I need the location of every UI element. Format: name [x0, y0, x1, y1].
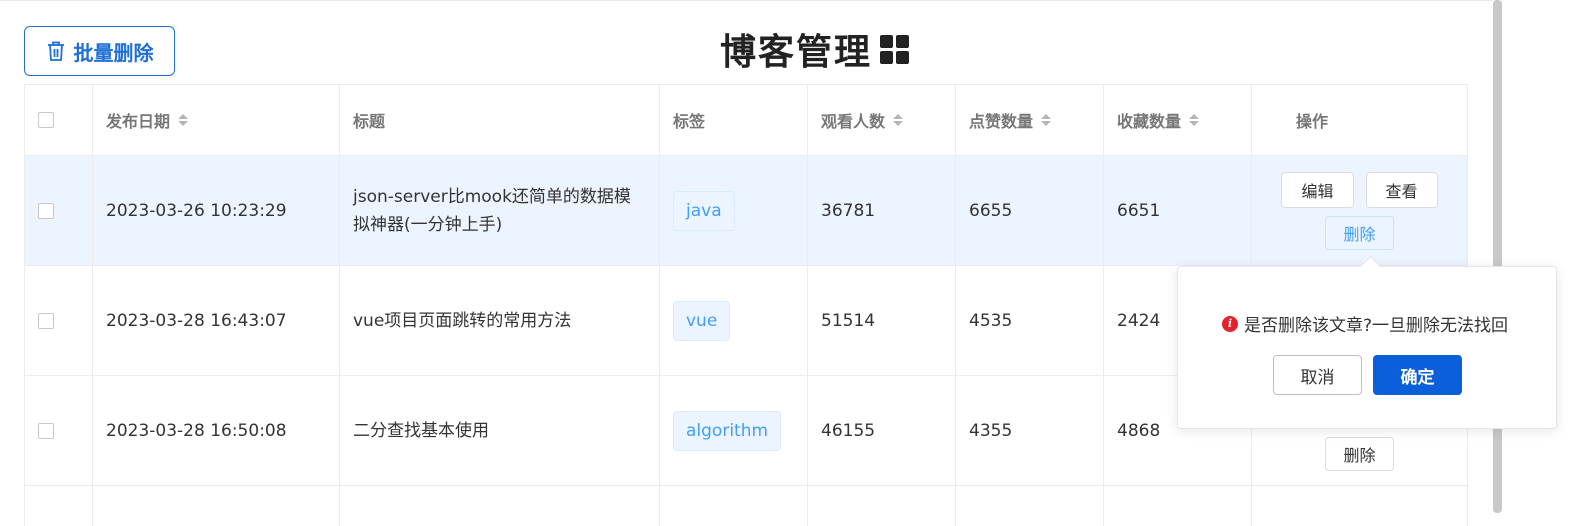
cell-likes: 6655: [955, 156, 1103, 265]
row-checkbox-cell: [24, 376, 92, 485]
cell-title: [339, 486, 659, 526]
cell-likes: 4355: [955, 376, 1103, 485]
page-title: 博客管理: [720, 26, 910, 73]
header-tag: 标签: [659, 85, 807, 155]
delete-confirm-popover: i 是否删除该文章?一旦删除无法找回 取消 确定: [1177, 255, 1557, 429]
cell-favorites: [1103, 486, 1251, 526]
header-likes[interactable]: 点赞数量: [955, 85, 1103, 155]
row-checkbox-cell: [24, 486, 92, 526]
cell-likes: [955, 486, 1103, 526]
cell-date: [92, 486, 339, 526]
trash-icon: [47, 41, 64, 61]
header-tag-label: 标签: [673, 112, 706, 131]
cell-date: 2023-03-28 16:50:08: [92, 376, 339, 485]
cell-title: json-server比mook还简单的数据模拟神器(一分钟上手): [339, 156, 659, 265]
header-date[interactable]: 发布日期: [92, 85, 339, 155]
sort-icon[interactable]: [1189, 114, 1200, 126]
popover-message: i 是否删除该文章?一旦删除无法找回: [1222, 311, 1508, 336]
cancel-button[interactable]: 取消: [1273, 355, 1362, 395]
row-checkbox-cell: [24, 156, 92, 265]
row-checkbox[interactable]: [38, 202, 54, 219]
row-checkbox[interactable]: [38, 312, 54, 329]
bulk-delete-button[interactable]: 批量删除: [24, 26, 175, 76]
confirm-button[interactable]: 确定: [1373, 355, 1462, 395]
cell-tag: algorithm: [659, 376, 807, 485]
header-views-label: 观看人数: [821, 112, 886, 131]
row-checkbox-cell: [24, 266, 92, 375]
header-checkbox-cell: [24, 85, 92, 155]
delete-button[interactable]: 删除: [1325, 215, 1394, 250]
cell-tag: java: [659, 156, 807, 265]
edit-button[interactable]: 编辑: [1281, 171, 1354, 208]
row-checkbox[interactable]: [38, 422, 54, 439]
header-title: 标题: [339, 85, 659, 155]
header-views[interactable]: 观看人数: [807, 85, 955, 155]
select-all-checkbox[interactable]: [38, 112, 54, 128]
cell-views: [807, 486, 955, 526]
cell-views: 36781: [807, 156, 955, 265]
sort-icon[interactable]: [1041, 114, 1052, 126]
vertical-scrollbar[interactable]: [1493, 0, 1502, 513]
title-text: json-server比mook还简单的数据模拟神器(一分钟上手): [353, 186, 631, 235]
page-title-text: 博客管理: [720, 32, 873, 73]
info-icon: i: [1222, 315, 1238, 332]
table-header: 发布日期 标题 标签 观看人数 点赞数量 收藏数量 操作: [24, 84, 1468, 156]
cell-likes: 4535: [955, 266, 1103, 375]
title-text: vue项目页面跳转的常用方法: [353, 310, 572, 331]
cell-date: 2023-03-28 16:43:07: [92, 266, 339, 375]
table-row: [24, 486, 1468, 526]
cell-favorites: 6651: [1103, 156, 1251, 265]
header-favorites[interactable]: 收藏数量: [1103, 85, 1251, 155]
delete-button[interactable]: 删除: [1325, 437, 1394, 471]
header-favorites-label: 收藏数量: [1117, 112, 1182, 131]
cell-views: 46155: [807, 376, 955, 485]
cell-date: 2023-03-26 10:23:29: [92, 156, 339, 265]
cell-views: 51514: [807, 266, 955, 375]
header-date-label: 发布日期: [106, 112, 171, 131]
cell-actions: [1251, 486, 1468, 526]
top-divider: [0, 0, 1493, 1]
tag-badge: java: [673, 190, 735, 231]
cell-title: vue项目页面跳转的常用方法: [339, 266, 659, 375]
cell-tag: [659, 486, 807, 526]
tag-badge: algorithm: [673, 410, 782, 451]
cell-title: 二分查找基本使用: [339, 376, 659, 485]
tag-badge: vue: [673, 300, 731, 341]
grid-icon: [880, 34, 910, 64]
table-row: 2023-03-26 10:23:29 json-server比mook还简单的…: [24, 156, 1468, 266]
header-title-label: 标题: [353, 112, 386, 131]
view-button[interactable]: 查看: [1365, 171, 1438, 208]
sort-icon[interactable]: [893, 114, 904, 126]
cell-actions: 编辑 查看 删除: [1251, 156, 1468, 265]
bulk-delete-label: 批量删除: [73, 40, 154, 65]
popover-message-text: 是否删除该文章?一旦删除无法找回: [1244, 316, 1509, 336]
header-actions: 操作: [1251, 85, 1468, 155]
cell-tag: vue: [659, 266, 807, 375]
title-text: 二分查找基本使用: [353, 420, 489, 441]
header-likes-label: 点赞数量: [969, 112, 1034, 131]
sort-icon[interactable]: [178, 114, 189, 126]
header-actions-label: 操作: [1296, 112, 1329, 131]
